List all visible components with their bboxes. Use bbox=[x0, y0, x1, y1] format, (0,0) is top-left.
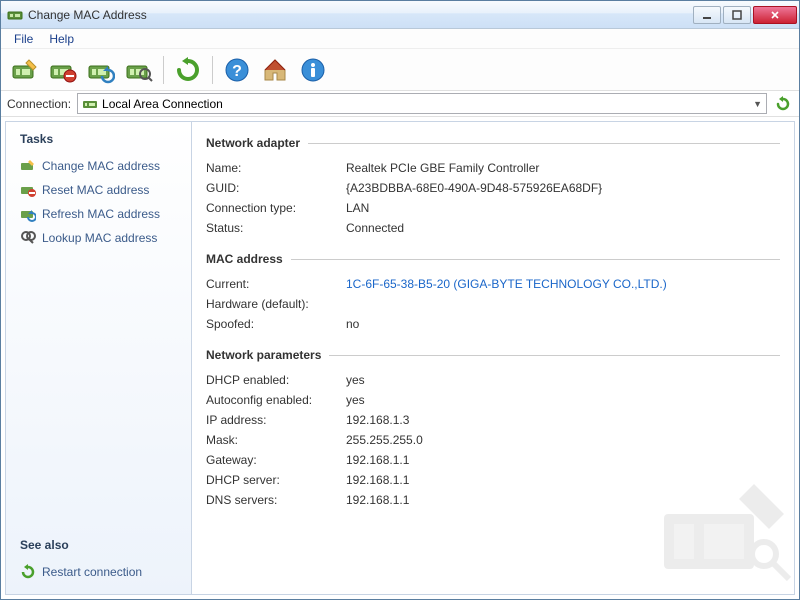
connection-row: Connection: Local Area Connection ▼ bbox=[1, 91, 799, 117]
sidebar-item-label: Change MAC address bbox=[42, 159, 160, 173]
net-auto-key: Autoconfig enabled: bbox=[206, 393, 346, 407]
mac-current-row: Current: 1C-6F-65-38-B5-20 (GIGA-BYTE TE… bbox=[206, 274, 780, 294]
net-ip-row: IP address: 192.168.1.3 bbox=[206, 410, 780, 430]
tool-help[interactable]: ? bbox=[219, 52, 255, 88]
net-dhcp-val: yes bbox=[346, 373, 365, 387]
net-gw-val: 192.168.1.1 bbox=[346, 453, 409, 467]
adapter-status-key: Status: bbox=[206, 221, 346, 235]
net-dhcp-key: DHCP enabled: bbox=[206, 373, 346, 387]
sidebar-item-refresh-mac[interactable]: Refresh MAC address bbox=[16, 202, 181, 226]
net-mask-key: Mask: bbox=[206, 433, 346, 447]
adapter-guid-row: GUID: {A23BDBBA-68E0-490A-9D48-575926EA6… bbox=[206, 178, 780, 198]
net-ip-key: IP address: bbox=[206, 413, 346, 427]
net-gw-row: Gateway: 192.168.1.1 bbox=[206, 450, 780, 470]
sidebar-item-label: Lookup MAC address bbox=[42, 231, 157, 245]
titlebar: Change MAC Address bbox=[1, 1, 799, 29]
window-title: Change MAC Address bbox=[28, 8, 693, 22]
app-icon bbox=[7, 7, 23, 23]
sidebar-item-lookup-mac[interactable]: Lookup MAC address bbox=[16, 226, 181, 250]
sidebar: Tasks Change MAC address Reset MAC addre… bbox=[6, 122, 192, 594]
network-adapter-icon bbox=[82, 96, 98, 112]
toolbar: ? bbox=[1, 49, 799, 91]
mac-hw-key: Hardware (default): bbox=[206, 297, 346, 311]
sidebar-item-reset-mac[interactable]: Reset MAC address bbox=[16, 178, 181, 202]
main-area: Tasks Change MAC address Reset MAC addre… bbox=[5, 121, 795, 595]
tool-change-mac[interactable] bbox=[7, 52, 43, 88]
connection-label: Connection: bbox=[7, 97, 71, 111]
connection-dropdown[interactable]: Local Area Connection ▼ bbox=[77, 93, 767, 114]
maximize-button[interactable] bbox=[723, 6, 751, 24]
content-pane: Network adapter Name: Realtek PCIe GBE F… bbox=[192, 122, 794, 594]
mac-spoof-row: Spoofed: no bbox=[206, 314, 780, 334]
svg-text:?: ? bbox=[232, 63, 242, 80]
adapter-status-row: Status: Connected bbox=[206, 218, 780, 238]
net-mask-val: 255.255.255.0 bbox=[346, 433, 423, 447]
tool-restart-connection[interactable] bbox=[170, 52, 206, 88]
connection-selected-text: Local Area Connection bbox=[102, 97, 753, 111]
adapter-guid-key: GUID: bbox=[206, 181, 346, 195]
net-auto-val: yes bbox=[346, 393, 365, 407]
net-dns-key: DNS servers: bbox=[206, 493, 346, 507]
tool-about[interactable] bbox=[295, 52, 331, 88]
net-ip-val: 192.168.1.3 bbox=[346, 413, 409, 427]
adapter-conn-val: LAN bbox=[346, 201, 369, 215]
mac-spoof-val: no bbox=[346, 317, 359, 331]
chevron-down-icon: ▼ bbox=[753, 99, 762, 109]
sidebar-heading-tasks: Tasks bbox=[16, 132, 181, 146]
net-gw-key: Gateway: bbox=[206, 453, 346, 467]
net-auto-row: Autoconfig enabled: yes bbox=[206, 390, 780, 410]
app-window: Change MAC Address File Help ? bbox=[0, 0, 800, 600]
tool-lookup-mac[interactable] bbox=[121, 52, 157, 88]
tool-reset-mac[interactable] bbox=[45, 52, 81, 88]
section-title-net: Network parameters bbox=[206, 348, 780, 362]
adapter-conn-key: Connection type: bbox=[206, 201, 346, 215]
menu-help[interactable]: Help bbox=[42, 30, 81, 48]
adapter-guid-val: {A23BDBBA-68E0-490A-9D48-575926EA68DF} bbox=[346, 181, 602, 195]
close-button[interactable] bbox=[753, 6, 797, 24]
adapter-name-key: Name: bbox=[206, 161, 346, 175]
net-dhcp-row: DHCP enabled: yes bbox=[206, 370, 780, 390]
sidebar-item-restart-connection[interactable]: Restart connection bbox=[16, 560, 181, 584]
mac-current-key: Current: bbox=[206, 277, 346, 291]
net-dhcps-key: DHCP server: bbox=[206, 473, 346, 487]
net-dns-val: 192.168.1.1 bbox=[346, 493, 409, 507]
toolbar-separator bbox=[163, 56, 164, 84]
sidebar-item-label: Reset MAC address bbox=[42, 183, 149, 197]
adapter-status-val: Connected bbox=[346, 221, 404, 235]
section-title-mac: MAC address bbox=[206, 252, 780, 266]
toolbar-separator bbox=[212, 56, 213, 84]
net-dhcps-val: 192.168.1.1 bbox=[346, 473, 409, 487]
minimize-button[interactable] bbox=[693, 6, 721, 24]
sidebar-item-label: Refresh MAC address bbox=[42, 207, 160, 221]
menu-file[interactable]: File bbox=[7, 30, 40, 48]
adapter-name-row: Name: Realtek PCIe GBE Family Controller bbox=[206, 158, 780, 178]
section-title-adapter: Network adapter bbox=[206, 136, 780, 150]
sidebar-item-change-mac[interactable]: Change MAC address bbox=[16, 154, 181, 178]
menubar: File Help bbox=[1, 29, 799, 49]
window-controls bbox=[693, 6, 797, 24]
adapter-conn-row: Connection type: LAN bbox=[206, 198, 780, 218]
net-dns-row: DNS servers: 192.168.1.1 bbox=[206, 490, 780, 510]
sidebar-item-label: Restart connection bbox=[42, 565, 142, 579]
refresh-connection-button[interactable] bbox=[773, 94, 793, 114]
mac-current-val[interactable]: 1C-6F-65-38-B5-20 (GIGA-BYTE TECHNOLOGY … bbox=[346, 277, 667, 291]
tool-home[interactable] bbox=[257, 52, 293, 88]
sidebar-heading-seealso: See also bbox=[16, 538, 181, 552]
mac-spoof-key: Spoofed: bbox=[206, 317, 346, 331]
tool-refresh-mac[interactable] bbox=[83, 52, 119, 88]
net-mask-row: Mask: 255.255.255.0 bbox=[206, 430, 780, 450]
adapter-name-val: Realtek PCIe GBE Family Controller bbox=[346, 161, 539, 175]
mac-hw-row: Hardware (default): bbox=[206, 294, 780, 314]
net-dhcps-row: DHCP server: 192.168.1.1 bbox=[206, 470, 780, 490]
